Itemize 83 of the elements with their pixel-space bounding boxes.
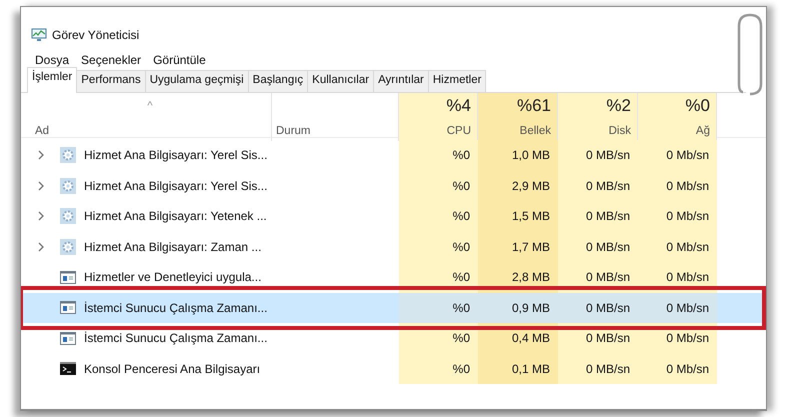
chevron-right-icon[interactable] — [38, 211, 44, 222]
sort-indicator: ^ — [147, 100, 153, 112]
console-icon — [60, 362, 76, 376]
gear-icon — [60, 208, 76, 224]
table-cell: 0 Mb/sn — [666, 270, 709, 284]
table-cell: 0 Mb/sn — [666, 300, 709, 315]
column-total: %61 — [516, 96, 551, 116]
tab[interactable]: Uygulama geçmişi — [144, 70, 249, 92]
monitor-chart-icon — [31, 28, 47, 42]
table-cell: 2,8 MB — [512, 270, 550, 284]
table-cell: %0 — [452, 331, 470, 346]
chevron-right-icon[interactable] — [38, 150, 44, 160]
table-cell: 0 MB/sn — [586, 300, 630, 315]
column-total: %0 — [685, 96, 710, 116]
table-cell: 0 Mb/sn — [666, 362, 709, 376]
process-name: İstemci Sunucu Çalışma Zamanı... — [84, 300, 268, 316]
process-row[interactable]: Hizmet Ana Bilgisayarı: Zaman ... %0 1,7 MB 0 MB/sn 0 Mb/sn — [21, 232, 766, 262]
process-name: Hizmet Ana Bilgisayarı: Yerel Sis... — [84, 147, 268, 164]
window-title: Görev Yöneticisi — [52, 28, 140, 42]
column-header[interactable]: Bellek — [520, 124, 551, 141]
tab[interactable]: Başlangıç — [248, 70, 308, 92]
column-total: %2 — [606, 96, 631, 116]
table-cell: 0 Mb/sn — [666, 148, 709, 162]
table-cell: 0 MB/sn — [586, 209, 630, 224]
process-name: Hizmet Ana Bilgisayarı: Yerel Sis... — [84, 178, 268, 194]
column-header[interactable]: Ağ — [696, 124, 710, 141]
table-cell: 0,4 MB — [512, 331, 550, 346]
table-cell: 0 MB/sn — [586, 178, 630, 193]
table-cell: %0 — [452, 209, 470, 224]
window-icon — [60, 332, 76, 345]
gear-icon — [60, 238, 76, 255]
gear-icon — [60, 147, 76, 164]
process-name: İstemci Sunucu Çalışma Zamanı... — [84, 330, 268, 346]
table-cell: 1,7 MB — [512, 240, 550, 254]
process-row[interactable]: Hizmet Ana Bilgisayarı: Yerel Sis... %0 2,9 MB 0 MB/sn 0 Mb/sn — [21, 170, 766, 201]
tab[interactable]: Performans — [76, 70, 146, 92]
process-row[interactable]: Hizmet Ana Bilgisayarı: Yerel Sis... %0 1,0 MB 0 MB/sn 0 Mb/sn — [21, 140, 766, 170]
table-cell: 0 Mb/sn — [666, 209, 709, 224]
column-header[interactable]: CPU — [446, 124, 471, 141]
gear-icon — [60, 178, 76, 194]
process-name: Hizmet Ana Bilgisayarı: Zaman ... — [84, 238, 262, 255]
table-cell: 0 MB/sn — [586, 270, 630, 284]
table-cell: 0 MB/sn — [586, 331, 630, 346]
process-row[interactable]: İstemci Sunucu Çalışma Zamanı... %0 0,9 MB 0 MB/sn 0 Mb/sn — [21, 292, 766, 323]
table-cell: %0 — [452, 240, 470, 254]
table-cell: %0 — [452, 300, 470, 315]
table-cell: %0 — [452, 148, 470, 162]
table-cell: 0 Mb/sn — [666, 331, 709, 346]
process-row[interactable]: Konsol Penceresi Ana Bilgisayarı %0 0,1 MB 0 MB/sn 0 Mb/sn — [21, 354, 766, 384]
table-cell: 0,9 MB — [512, 300, 550, 315]
table-cell: 0 Mb/sn — [666, 240, 709, 254]
table-cell: 2,9 MB — [512, 178, 550, 193]
table-cell: %0 — [452, 362, 470, 376]
table-cell: 1,0 MB — [512, 148, 550, 162]
tab[interactable]: İşlemler — [27, 67, 78, 93]
table-cell: %0 — [452, 178, 470, 193]
menu-item[interactable]: Seçenekler — [81, 53, 142, 67]
table-cell: 0 MB/sn — [586, 148, 630, 162]
table-cell: %0 — [452, 270, 470, 284]
window-icon — [60, 301, 76, 314]
process-row[interactable]: Hizmet Ana Bilgisayarı: Yetenek ... %0 1,5 MB 0 MB/sn 0 Mb/sn — [21, 201, 766, 232]
process-name: Hizmet Ana Bilgisayarı: Yetenek ... — [84, 208, 267, 224]
chevron-right-icon[interactable] — [38, 242, 44, 252]
process-row[interactable]: Hizmetler ve Denetleyici uygula... %0 2,8 MB 0 MB/sn 0 Mb/sn — [21, 262, 766, 292]
menu-item[interactable]: Görüntüle — [153, 53, 206, 67]
tab[interactable]: Hizmetler — [428, 70, 486, 92]
window-icon — [60, 270, 76, 284]
tab[interactable]: Ayrıntılar — [373, 70, 429, 92]
column-header[interactable]: Durum — [276, 124, 311, 141]
column-header[interactable]: Disk — [608, 124, 631, 141]
tab[interactable]: Kullanıcılar — [307, 70, 374, 92]
column-total: %4 — [446, 96, 471, 116]
table-cell: 0,1 MB — [512, 362, 550, 376]
table-cell: 0 MB/sn — [586, 362, 630, 376]
table-cell: 1,5 MB — [512, 209, 550, 224]
process-name: Konsol Penceresi Ana Bilgisayarı — [84, 360, 260, 377]
menu-item[interactable]: Dosya — [35, 53, 70, 67]
chevron-right-icon[interactable] — [38, 180, 44, 191]
column-header[interactable]: Ad — [35, 124, 50, 141]
table-cell: 0 MB/sn — [586, 240, 630, 254]
table-cell: 0 Mb/sn — [666, 178, 709, 193]
process-name: Hizmetler ve Denetleyici uygula... — [84, 269, 262, 286]
process-row[interactable]: İstemci Sunucu Çalışma Zamanı... %0 0,4 MB 0 MB/sn 0 Mb/sn — [21, 323, 766, 354]
